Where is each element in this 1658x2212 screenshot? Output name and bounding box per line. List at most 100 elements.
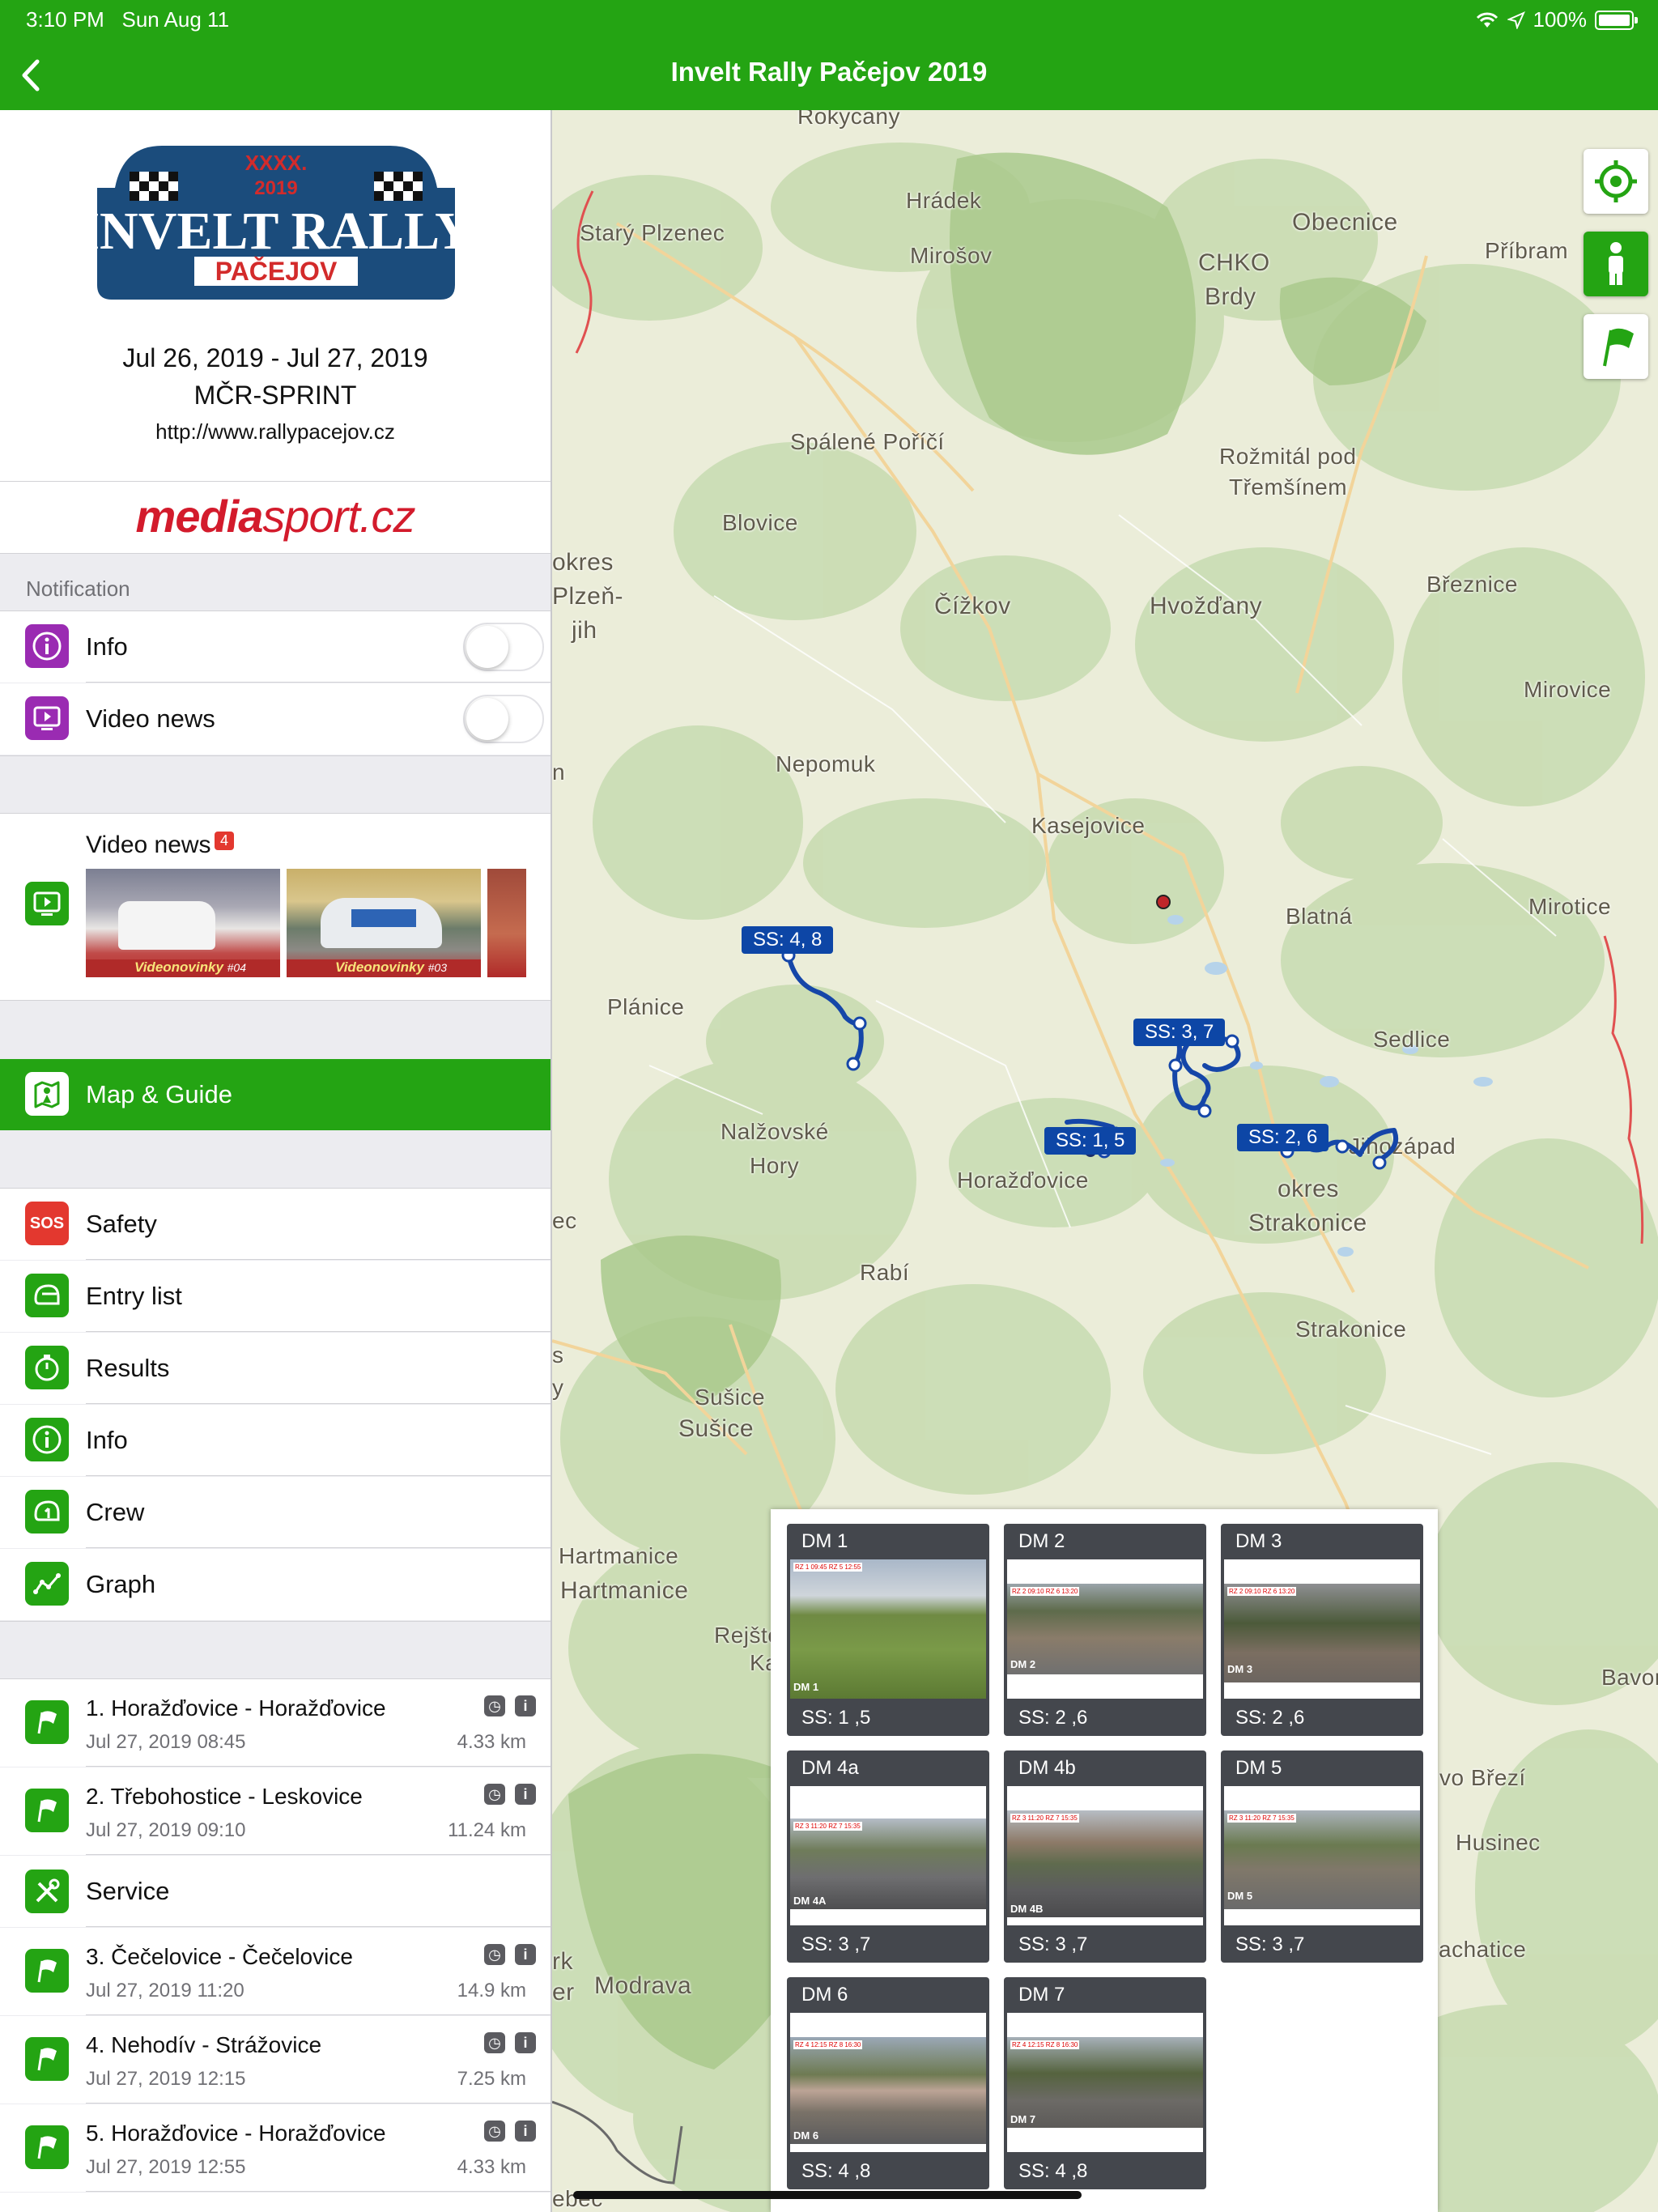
card-photo: RZ 2 09:10 RZ 6 13:20 DM 2	[1007, 1559, 1203, 1699]
menu-info[interactable]: Info	[0, 1405, 551, 1476]
locate-button[interactable]	[1584, 149, 1648, 214]
card-photo: RZ 4 12:15 RZ 8 16:30 DM 7	[1007, 2013, 1203, 2152]
stage-card[interactable]: DM 5 RZ 3 11:20 RZ 7 15:35 DM 5 SS: 3 ,7	[1221, 1750, 1423, 1963]
card-photo-tag: DM 6	[793, 2129, 819, 2142]
row-separator	[86, 1766, 551, 1767]
stage-card[interactable]: DM 3 RZ 2 09:10 RZ 6 13:20 DM 3 SS: 2 ,6	[1221, 1524, 1423, 1736]
video-notification-toggle[interactable]	[463, 695, 544, 743]
stage-card[interactable]: DM 7 RZ 4 12:15 RZ 8 16:30 DM 7 SS: 4 ,8	[1004, 1977, 1206, 2189]
card-times: RZ 2 09:10 RZ 6 13:20	[1010, 1587, 1080, 1596]
service-row[interactable]: Service	[0, 1856, 551, 1927]
row-separator	[86, 682, 551, 683]
divider	[0, 1621, 551, 1622]
home-indicator[interactable]	[573, 2191, 1082, 2199]
red-marker[interactable]	[1156, 895, 1171, 909]
info-icon[interactable]: i	[515, 1695, 536, 1716]
menu-entry-list[interactable]: Entry list	[0, 1261, 551, 1332]
card-ss: SS: 2 ,6	[1018, 1707, 1088, 1729]
flag-icon	[25, 1700, 69, 1744]
person-button[interactable]	[1584, 232, 1648, 296]
card-title: DM 5	[1235, 1757, 1282, 1779]
video-thumb-3-partial[interactable]	[487, 869, 526, 977]
photo-image	[1007, 1584, 1203, 1674]
menu-graph-label: Graph	[86, 1570, 156, 1598]
card-times: RZ 4 12:15 RZ 8 16:30	[793, 2040, 863, 2049]
stage-row[interactable]: 5. Horažďovice - Horažďovice ◷ i Jul 27,…	[0, 2104, 551, 2192]
card-ss: SS: 2 ,6	[1235, 1707, 1305, 1729]
stage-date: Jul 27, 2019 12:15	[86, 2068, 246, 2090]
stage-card[interactable]: DM 4a RZ 3 11:20 RZ 7 15:35 DM 4A SS: 3 …	[787, 1750, 989, 1963]
menu-graph[interactable]: Graph	[0, 1549, 551, 1620]
video-thumb-2[interactable]: Videonovinky #03	[287, 869, 481, 977]
logo-sub: PAČEJOV	[215, 257, 338, 286]
stage-card[interactable]: DM 1 RZ 1 09:45 RZ 5 12:55 DM 1 SS: 1 ,5	[787, 1524, 989, 1736]
notification-section-label: Notification	[26, 576, 130, 601]
divider	[0, 1000, 551, 1001]
stage-name: 2. Třebohostice - Leskovice	[86, 1784, 363, 1809]
card-photo: RZ 4 12:15 RZ 8 16:30 DM 6	[790, 2013, 986, 2152]
stage-card[interactable]: DM 6 RZ 4 12:15 RZ 8 16:30 DM 6 SS: 4 ,8	[787, 1977, 989, 2189]
event-header: XXXX. 2019 INVELT RALLY PAČEJOV Jul 26, …	[0, 110, 551, 481]
stage-photo-panel: DM 1 RZ 1 09:45 RZ 5 12:55 DM 1 SS: 1 ,5…	[771, 1509, 1438, 2212]
stopwatch-icon[interactable]: ◷	[484, 1695, 505, 1716]
video-thumb-caption: Videonovinky #03	[287, 959, 481, 977]
stage-card[interactable]: DM 4b RZ 3 11:20 RZ 7 15:35 DM 4B SS: 3 …	[1004, 1750, 1206, 1963]
row-separator	[86, 1259, 551, 1260]
card-photo-tag: DM 3	[1227, 1663, 1253, 1675]
stage-row[interactable]: 4. Nehodív - Strážovice ◷ i Jul 27, 2019…	[0, 2016, 551, 2104]
menu-crew-label: Crew	[86, 1498, 145, 1526]
row-separator	[86, 2103, 551, 2104]
stage-row[interactable]: 1. Horažďovice - Horažďovice ◷ i Jul 27,…	[0, 1679, 551, 1767]
stopwatch-icon[interactable]: ◷	[484, 1944, 505, 1965]
ss-label-3-7[interactable]: SS: 3, 7	[1133, 1019, 1226, 1046]
card-ss: SS: 3 ,7	[1018, 1933, 1088, 1955]
stages-flag-button[interactable]	[1584, 314, 1648, 379]
card-photo-tag: DM 4A	[793, 1895, 827, 1907]
battery-percent: 100%	[1533, 7, 1588, 32]
card-photo-tag: DM 7	[1010, 2113, 1036, 2125]
video-news-badge: 4	[215, 832, 235, 850]
menu-info-label: Info	[86, 1426, 128, 1454]
stopwatch-icon[interactable]: ◷	[484, 2121, 505, 2142]
stopwatch-icon	[25, 1346, 69, 1389]
menu-results[interactable]: Results	[0, 1333, 551, 1404]
event-url[interactable]: http://www.rallypacejov.cz	[0, 419, 551, 445]
sponsor-logo: mediasport.cz	[0, 490, 551, 542]
stage-row[interactable]: 3. Čečelovice - Čečelovice ◷ i Jul 27, 2…	[0, 1928, 551, 2015]
photo-image	[1224, 1810, 1420, 1909]
stage-distance: 14.9 km	[457, 1980, 526, 2001]
map-guide-row[interactable]: Map & Guide	[0, 1059, 551, 1130]
map-guide-label: Map & Guide	[86, 1080, 232, 1108]
video-news-label: Video news	[86, 832, 211, 858]
photo-image	[1007, 2037, 1203, 2128]
card-photo-tag: DM 1	[793, 1681, 819, 1693]
status-bar: 3:10 PM Sun Aug 11 100%	[0, 0, 1658, 39]
stage-row-partial[interactable]	[0, 2193, 551, 2212]
notification-video-row: Video news	[0, 683, 551, 755]
car-shape	[118, 901, 215, 950]
sponsor-banner[interactable]: mediasport.cz	[0, 482, 551, 553]
stage-card[interactable]: DM 2 RZ 2 09:10 RZ 6 13:20 DM 2 SS: 2 ,6	[1004, 1524, 1206, 1736]
map-guide-icon	[25, 1072, 69, 1116]
card-title: DM 7	[1018, 1984, 1065, 2006]
stopwatch-icon[interactable]: ◷	[484, 2032, 505, 2053]
logo-year: 2019	[254, 177, 297, 199]
video-thumb-1[interactable]: Videonovinky #04	[86, 869, 280, 977]
info-icon[interactable]: i	[515, 1944, 536, 1965]
menu-crew[interactable]: Crew	[0, 1477, 551, 1548]
info-icon[interactable]: i	[515, 2032, 536, 2053]
menu-safety[interactable]: SOS Safety	[0, 1189, 551, 1260]
flag-icon	[25, 1789, 69, 1832]
logo-edition: XXXX.	[245, 151, 308, 175]
row-separator	[86, 1926, 551, 1927]
stopwatch-icon[interactable]: ◷	[484, 1784, 505, 1805]
info-icon[interactable]: i	[515, 1784, 536, 1805]
stage-name: 4. Nehodív - Strážovice	[86, 2032, 322, 2057]
ss-label-2-6[interactable]: SS: 2, 6	[1237, 1124, 1329, 1151]
info-icon[interactable]: i	[515, 2121, 536, 2142]
ss-label-1-5[interactable]: SS: 1, 5	[1044, 1127, 1137, 1155]
stage-row[interactable]: 2. Třebohostice - Leskovice ◷ i Jul 27, …	[0, 1767, 551, 1855]
row-separator	[86, 2191, 551, 2192]
info-notification-toggle[interactable]	[463, 623, 544, 671]
ss-label-4-8[interactable]: SS: 4, 8	[742, 926, 834, 954]
